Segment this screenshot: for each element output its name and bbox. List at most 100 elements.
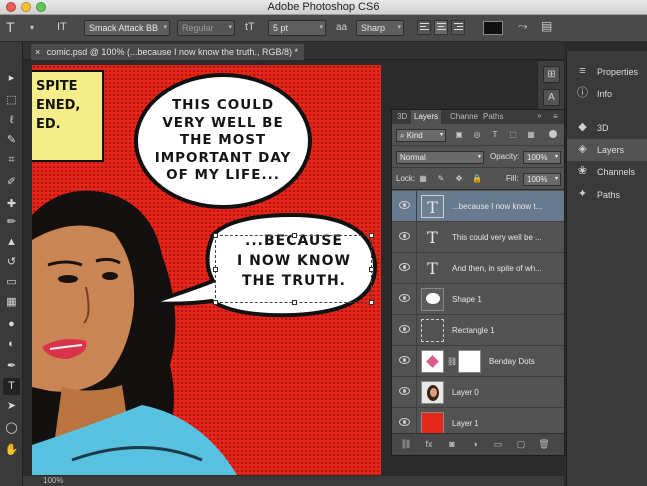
layer-row[interactable]: Layer 0 [392, 377, 564, 408]
visibility-eye-icon[interactable] [399, 294, 410, 302]
resize-handle[interactable] [292, 233, 297, 238]
lock-all-icon[interactable]: 🔒 [472, 174, 482, 184]
link-icon[interactable]: ⛓ [447, 357, 457, 366]
visibility-eye-icon[interactable] [399, 232, 410, 240]
collapse-panel-icon[interactable]: » [534, 109, 544, 123]
sidebar-item-properties[interactable]: ≡ Properties [567, 61, 647, 83]
layer-row[interactable]: T This could very well be ... [392, 222, 564, 253]
marquee-tool-icon[interactable]: ⬚ [3, 92, 20, 109]
resize-handle[interactable] [369, 300, 374, 305]
layer-row[interactable]: ⛓ Benday Dots [392, 346, 564, 377]
character-panel-icon[interactable]: A [543, 89, 560, 106]
link-layers-icon[interactable]: ⛓ [400, 439, 412, 450]
layer-row[interactable]: Shape 1 [392, 284, 564, 315]
shape-filter-icon[interactable]: ⬚ [508, 130, 518, 140]
close-tab-icon[interactable]: × [35, 47, 40, 57]
tab-layers[interactable]: Layers [411, 110, 442, 124]
visibility-eye-icon[interactable] [399, 387, 410, 395]
layer-row[interactable]: T And then, in spite of wh... [392, 253, 564, 284]
layer-row[interactable]: Rectangle 1 [392, 315, 564, 346]
trash-icon[interactable]: 🗑 [538, 439, 550, 450]
close-window-button[interactable] [6, 2, 16, 12]
resize-handle[interactable] [213, 300, 218, 305]
text-color-swatch[interactable] [483, 21, 503, 35]
layer-mask-thumbnail[interactable] [458, 350, 481, 373]
gradient-tool-icon[interactable]: ▦ [3, 294, 20, 311]
visibility-eye-icon[interactable] [399, 325, 410, 333]
zoom-window-button[interactable] [36, 2, 46, 12]
resize-handle[interactable] [213, 267, 218, 272]
visibility-eye-icon[interactable] [399, 263, 410, 271]
type-tool-preset-icon[interactable]: T [6, 19, 15, 35]
align-left-button[interactable] [417, 20, 431, 35]
path-select-tool-icon[interactable]: ➤ [3, 398, 20, 415]
type-tool-icon[interactable]: T [3, 378, 20, 395]
minimize-window-button[interactable] [21, 2, 31, 12]
blur-tool-icon[interactable]: ● [3, 316, 20, 333]
resize-handle[interactable] [369, 267, 374, 272]
visibility-eye-icon[interactable] [399, 418, 410, 426]
antialias-select[interactable]: Sharp ▾ [356, 20, 404, 36]
resize-handle[interactable] [369, 233, 374, 238]
adjustment-layer-icon[interactable]: ◑ [469, 439, 481, 450]
lock-image-icon[interactable]: ✎ [436, 174, 446, 184]
brush-tool-icon[interactable]: ✏ [3, 214, 20, 231]
eraser-tool-icon[interactable]: ▭ [3, 274, 20, 291]
sidebar-item-info[interactable]: ⓘ Info [567, 83, 647, 105]
add-mask-icon[interactable]: ◙ [446, 439, 458, 450]
sidebar-item-channels[interactable]: ❀ Channels [567, 161, 647, 183]
lasso-tool-icon[interactable]: ℓ [3, 112, 20, 129]
sidebar-item-paths[interactable]: ✦ Paths [567, 184, 647, 206]
eyedropper-tool-icon[interactable]: ✐ [3, 174, 20, 191]
lock-position-icon[interactable]: ✥ [454, 174, 464, 184]
history-brush-tool-icon[interactable]: ↺ [3, 254, 20, 271]
crop-tool-icon[interactable]: ⌗ [3, 152, 20, 169]
shape-tool-icon[interactable]: ◯ [3, 420, 20, 437]
warp-text-icon[interactable]: ⤳ [518, 19, 528, 34]
visibility-eye-icon[interactable] [399, 356, 410, 364]
resize-handle[interactable] [213, 233, 218, 238]
blend-mode-select[interactable]: Normal ▾ [396, 151, 484, 164]
move-tool-icon[interactable]: ▸ [3, 70, 20, 87]
healing-tool-icon[interactable]: ✚ [3, 196, 20, 213]
smart-object-filter-icon[interactable]: ▦ [526, 130, 536, 140]
text-orientation-icon[interactable]: IT [57, 21, 67, 33]
new-group-icon[interactable]: ▭ [492, 439, 504, 450]
type-filter-icon[interactable]: T [490, 130, 500, 140]
layer-row[interactable]: T ...because I now know t... [392, 191, 564, 222]
visibility-eye-icon[interactable] [399, 201, 410, 209]
quick-select-tool-icon[interactable]: ✎ [3, 132, 20, 149]
chevron-down-icon[interactable]: ▾ [30, 23, 34, 32]
tab-channels[interactable]: Channe [447, 110, 481, 124]
adjustment-filter-icon[interactable]: ◎ [472, 130, 482, 140]
tab-3d[interactable]: 3D [394, 110, 410, 124]
navigator-panel-icon[interactable]: ⊞ [543, 66, 560, 83]
document-tab[interactable]: × comic.psd @ 100% (...because I now kno… [31, 44, 305, 60]
dodge-tool-icon[interactable]: ◐ [3, 336, 20, 353]
lock-transparent-icon[interactable]: ▦ [418, 174, 428, 184]
tab-paths[interactable]: Paths [480, 110, 506, 124]
filter-toggle-icon[interactable] [549, 130, 557, 138]
canvas[interactable]: SPITE ENED, ED. THIS COULD VERY WELL BE … [32, 65, 381, 475]
resize-handle[interactable] [292, 300, 297, 305]
text-bounding-box[interactable] [213, 233, 374, 305]
hand-tool-icon[interactable]: ✋ [3, 442, 20, 459]
add-style-icon[interactable]: fx [423, 439, 435, 450]
align-center-button[interactable] [434, 20, 448, 35]
opacity-input[interactable]: 100% ▾ [523, 151, 561, 164]
fill-input[interactable]: 100% ▾ [523, 173, 561, 186]
stamp-tool-icon[interactable]: ▲ [3, 234, 20, 251]
font-style-select[interactable]: Regular ▾ [177, 20, 235, 36]
new-layer-icon[interactable]: ▢ [515, 439, 527, 450]
sidebar-item-layers[interactable]: ◈ Layers [567, 139, 647, 161]
panel-menu-icon[interactable]: ≡ [550, 110, 561, 124]
zoom-level[interactable]: 100% [43, 476, 63, 485]
font-family-select[interactable]: Smack Attack BB ▾ [84, 20, 170, 36]
font-size-select[interactable]: 5 pt ▾ [268, 20, 326, 36]
pixel-filter-icon[interactable]: ▣ [454, 130, 464, 140]
pen-tool-icon[interactable]: ✒ [3, 358, 20, 375]
character-panel-icon[interactable]: ▤ [541, 19, 552, 33]
align-right-button[interactable] [451, 20, 465, 35]
sidebar-item-3d[interactable]: ◆ 3D [567, 117, 647, 139]
filter-kind-select[interactable]: ⌕ Kind ▾ [396, 129, 446, 142]
